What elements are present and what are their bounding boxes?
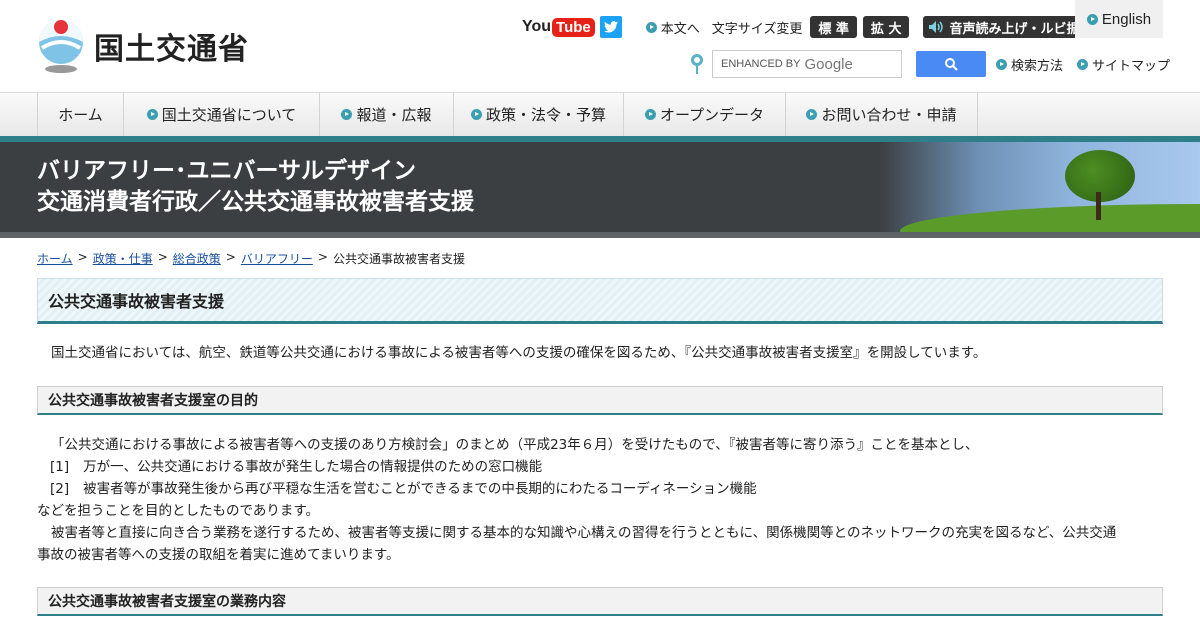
breadcrumb-link-general-policy[interactable]: 総合政策 (173, 250, 221, 267)
arrow-bullet-icon (645, 21, 657, 33)
search-button[interactable] (916, 51, 986, 77)
nav-item-label: 政策・法令・予算 (485, 106, 606, 124)
youtube-you-text: You (522, 18, 552, 35)
nav-item-home[interactable]: ホーム (38, 93, 124, 136)
intro-paragraph: 国土交通省においては、航空、鉄道等公共交通における事故による被害者等への支援の確… (51, 345, 987, 361)
search-enhanced-by: ENHANCED BY (721, 58, 801, 70)
google-brand: Google (804, 55, 853, 73)
list-item: [2] 被害者等が事故発生後から再び平穏な生活を営むことができるまでの中長期的にわ… (50, 478, 757, 500)
breadcrumb-link-home[interactable]: ホーム (37, 250, 73, 267)
list-item-text: 万が一、公共交通における事故が発生した場合の情報提供のための窓口機能 (83, 459, 543, 475)
nav-item-about[interactable]: 国土交通省について (124, 93, 320, 136)
skip-to-content-label: 本文へ (660, 21, 700, 37)
breadcrumb-separator: > (157, 250, 168, 264)
page-title: 公共交通事故被害者支援 (37, 278, 1163, 324)
breadcrumb-separator: > (77, 250, 88, 264)
nav-item-policy[interactable]: 政策・法令・予算 (454, 93, 624, 136)
arrow-bullet-icon (146, 109, 158, 120)
search-help-label: 検索方法 (1011, 58, 1064, 74)
breadcrumb: ホーム > 政策・仕事 > 総合政策 > バリアフリー > 公共交通事故被害者支… (37, 250, 465, 267)
arrow-bullet-icon (1077, 58, 1089, 70)
list-item: [1] 万が一、公共交通における事故が発生した場合の情報提供のための窓口機能 (50, 456, 542, 478)
breadcrumb-separator: > (317, 250, 328, 264)
nav-item-contact[interactable]: お問い合わせ・申請 (786, 93, 978, 136)
tree-trunk-image (1096, 192, 1101, 220)
search-input[interactable]: ENHANCED BY Google (712, 50, 902, 78)
breadcrumb-link-policy[interactable]: 政策・仕事 (93, 250, 153, 267)
list-item-text: 被害者等が事故発生後から再び平穏な生活を営むことができるまでの中長期的にわたるコ… (83, 481, 757, 497)
mlit-logo-icon (39, 20, 83, 73)
arrow-bullet-icon (470, 109, 482, 120)
nav-item-label: 報道・広報 (356, 106, 432, 124)
speech-ruby-label: 音声読み上げ・ルビ振り (949, 21, 1093, 37)
speech-ruby-button[interactable]: 音声読み上げ・ルビ振り (923, 16, 1101, 38)
site-header: 国土交通省 You Tube 本文へ 文字サイズ変更 標 準 拡 大 音声読み上げ… (0, 0, 1200, 92)
nav-item-label: ホーム (58, 106, 103, 124)
list-item-number: [2] (50, 481, 70, 497)
banner-title: バリアフリー･ユニバーサルデザイン 交通消費者行政／公共交通事故被害者支援 (37, 156, 474, 218)
youtube-tube-text: Tube (552, 17, 595, 37)
site-logo[interactable]: 国土交通省 (36, 18, 249, 74)
sitemap-label: サイトマップ (1092, 58, 1171, 74)
breadcrumb-link-barrierfree[interactable]: バリアフリー (241, 250, 313, 267)
map-pin-icon (690, 54, 704, 74)
skip-to-content-link[interactable]: 本文へ (645, 18, 700, 37)
search-icon (944, 57, 958, 71)
nav-item-label: オープンデータ (659, 106, 765, 124)
category-banner: バリアフリー･ユニバーサルデザイン 交通消費者行政／公共交通事故被害者支援 (0, 142, 1200, 238)
section-heading-purpose: 公共交通事故被害者支援室の目的 (37, 386, 1163, 415)
nav-item-opendata[interactable]: オープンデータ (624, 93, 786, 136)
section-heading-duties: 公共交通事故被害者支援室の業務内容 (37, 587, 1163, 616)
youtube-icon[interactable]: You Tube (522, 17, 595, 37)
breadcrumb-current: 公共交通事故被害者支援 (332, 252, 465, 266)
nav-item-press[interactable]: 報道・広報 (320, 93, 454, 136)
logo-text: 国土交通省 (94, 32, 249, 67)
nav-item-label: 国土交通省について (161, 106, 297, 124)
banner-title-line1: バリアフリー･ユニバーサルデザイン (37, 158, 417, 184)
purpose-paragraph-2: などを担うことを目的としたものであります。 (37, 503, 320, 519)
search-help-link[interactable]: 検索方法 (996, 55, 1063, 74)
font-size-label: 文字サイズ変更 (711, 21, 803, 37)
font-large-button[interactable]: 拡 大 (862, 16, 910, 38)
search-row: ENHANCED BY Google 検索方法 サイトマップ (690, 50, 1170, 78)
twitter-icon[interactable] (599, 16, 622, 38)
font-standard-button[interactable]: 標 準 (810, 16, 857, 38)
global-nav-list: ホーム 国土交通省について 報道・広報 政策・法令・予算 オープンデータ お問い… (37, 93, 978, 136)
purpose-paragraph-3a: 被害者等と直接に向き合う業務を遂行するため、被害者等支援に関する基本的な知識や心… (51, 525, 1117, 541)
speaker-icon (929, 21, 944, 33)
purpose-paragraph-1: 「公共交通における事故による被害者等への支援のあり方検討会」のまとめ（平成23年… (51, 437, 979, 453)
header-utility-row: You Tube 本文へ 文字サイズ変更 標 準 拡 大 音声読み上げ・ルビ振り (522, 14, 1101, 40)
banner-title-line2: 交通消費者行政／公共交通事故被害者支援 (37, 189, 474, 215)
arrow-bullet-icon (341, 109, 353, 120)
purpose-paragraph-3b: 事故の被害者等への支援の取組を着実に進めてまいります。 (37, 547, 400, 563)
breadcrumb-separator: > (225, 250, 236, 264)
sitemap-link[interactable]: サイトマップ (1077, 55, 1170, 74)
list-item-number: [1] (50, 459, 70, 475)
arrow-bullet-icon (1086, 13, 1098, 25)
arrow-bullet-icon (996, 58, 1007, 70)
arrow-bullet-icon (806, 109, 818, 120)
nav-item-label: お問い合わせ・申請 (821, 106, 957, 124)
arrow-bullet-icon (644, 109, 656, 120)
english-link[interactable]: English (1075, 0, 1163, 38)
banner-bottom-bar (0, 232, 1200, 238)
english-label: English (1101, 10, 1152, 28)
global-nav: ホーム 国土交通省について 報道・広報 政策・法令・予算 オープンデータ お問い… (0, 92, 1200, 136)
